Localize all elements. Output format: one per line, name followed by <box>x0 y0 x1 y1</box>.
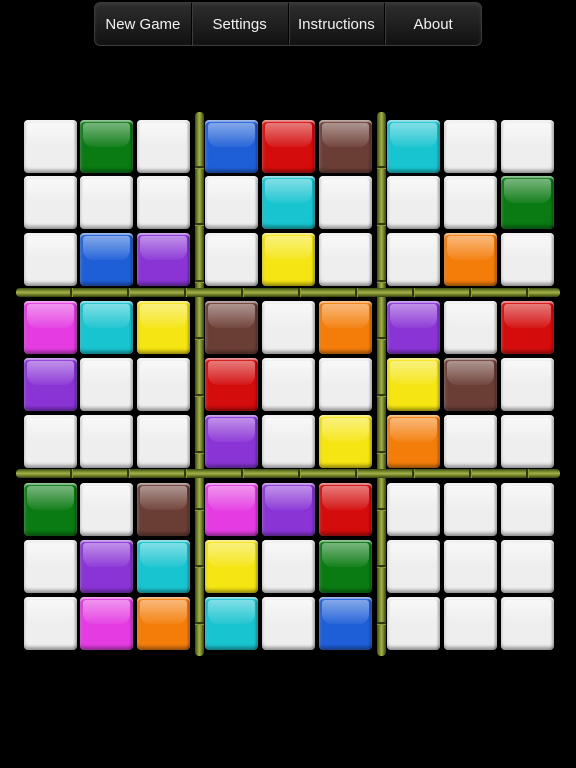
board-cell[interactable] <box>501 120 554 173</box>
board-cell[interactable] <box>444 301 497 354</box>
board-cell[interactable] <box>137 483 190 536</box>
board-cell[interactable] <box>137 120 190 173</box>
board-cell[interactable] <box>80 415 133 468</box>
board-cell[interactable] <box>24 540 77 593</box>
bamboo-divider-vertical <box>195 112 204 656</box>
board-cell[interactable] <box>387 483 440 536</box>
board-cell[interactable] <box>137 540 190 593</box>
bamboo-divider-horizontal <box>16 288 560 297</box>
board-cell[interactable] <box>137 415 190 468</box>
board-cell[interactable] <box>262 233 315 286</box>
instructions-button[interactable]: Instructions <box>287 3 385 45</box>
board-cell[interactable] <box>501 358 554 411</box>
board-cell[interactable] <box>319 120 372 173</box>
board-cell[interactable] <box>24 120 77 173</box>
board-cell[interactable] <box>319 176 372 229</box>
board-cell[interactable] <box>501 301 554 354</box>
board-cell[interactable] <box>24 301 77 354</box>
board-cell[interactable] <box>444 483 497 536</box>
game-board <box>14 110 562 658</box>
board-cell[interactable] <box>262 358 315 411</box>
board-cell[interactable] <box>319 358 372 411</box>
board-cell[interactable] <box>137 358 190 411</box>
board-cell[interactable] <box>24 415 77 468</box>
board-cell[interactable] <box>444 415 497 468</box>
board-cell[interactable] <box>80 233 133 286</box>
board-cell[interactable] <box>319 301 372 354</box>
board-cell[interactable] <box>262 301 315 354</box>
board-cell[interactable] <box>319 233 372 286</box>
board-cell[interactable] <box>444 597 497 650</box>
board-cell[interactable] <box>205 301 258 354</box>
board-cell[interactable] <box>24 233 77 286</box>
board-cell[interactable] <box>387 233 440 286</box>
board-cell[interactable] <box>205 597 258 650</box>
board-cell[interactable] <box>262 483 315 536</box>
board-cell[interactable] <box>387 176 440 229</box>
board-cell[interactable] <box>262 597 315 650</box>
about-button[interactable]: About <box>384 3 481 45</box>
board-cell[interactable] <box>24 358 77 411</box>
board-cell[interactable] <box>387 301 440 354</box>
board-cell[interactable] <box>387 597 440 650</box>
board-cell[interactable] <box>205 120 258 173</box>
board-cell[interactable] <box>24 176 77 229</box>
board-cell[interactable] <box>262 176 315 229</box>
board-cell[interactable] <box>262 415 315 468</box>
board-cell[interactable] <box>444 540 497 593</box>
board-cell[interactable] <box>205 176 258 229</box>
board-cell[interactable] <box>24 483 77 536</box>
board-cell[interactable] <box>444 233 497 286</box>
board-cell[interactable] <box>24 597 77 650</box>
board-cell[interactable] <box>205 358 258 411</box>
board-cell[interactable] <box>137 597 190 650</box>
board-cell[interactable] <box>501 233 554 286</box>
board-cell[interactable] <box>80 483 133 536</box>
board-cell[interactable] <box>205 233 258 286</box>
board-cell[interactable] <box>80 597 133 650</box>
board-cell[interactable] <box>444 358 497 411</box>
board-cell[interactable] <box>80 358 133 411</box>
board-cell[interactable] <box>80 120 133 173</box>
bamboo-divider-horizontal <box>16 469 560 478</box>
board-cell[interactable] <box>501 415 554 468</box>
board-cell[interactable] <box>205 540 258 593</box>
board-cell[interactable] <box>501 483 554 536</box>
board-cell[interactable] <box>319 540 372 593</box>
board-cell[interactable] <box>501 176 554 229</box>
board-cell[interactable] <box>387 120 440 173</box>
board-cell[interactable] <box>80 540 133 593</box>
board-cell[interactable] <box>387 358 440 411</box>
board-cell[interactable] <box>262 540 315 593</box>
board-cell[interactable] <box>319 415 372 468</box>
toolbar: New Game Settings Instructions About <box>94 2 482 46</box>
board-cell[interactable] <box>444 120 497 173</box>
board-cell[interactable] <box>501 540 554 593</box>
board-cell[interactable] <box>319 483 372 536</box>
board-cell[interactable] <box>137 176 190 229</box>
board-cell[interactable] <box>205 483 258 536</box>
bamboo-divider-vertical <box>377 112 386 656</box>
board-cell[interactable] <box>387 540 440 593</box>
board-cell[interactable] <box>444 176 497 229</box>
board-cell[interactable] <box>80 301 133 354</box>
board-cell[interactable] <box>501 597 554 650</box>
board-cell[interactable] <box>137 301 190 354</box>
board-cell[interactable] <box>262 120 315 173</box>
board-cell[interactable] <box>319 597 372 650</box>
settings-button[interactable]: Settings <box>190 3 288 45</box>
board-cell[interactable] <box>137 233 190 286</box>
board-cell[interactable] <box>387 415 440 468</box>
board-cell[interactable] <box>205 415 258 468</box>
board-cell[interactable] <box>80 176 133 229</box>
new-game-button[interactable]: New Game <box>95 3 191 45</box>
